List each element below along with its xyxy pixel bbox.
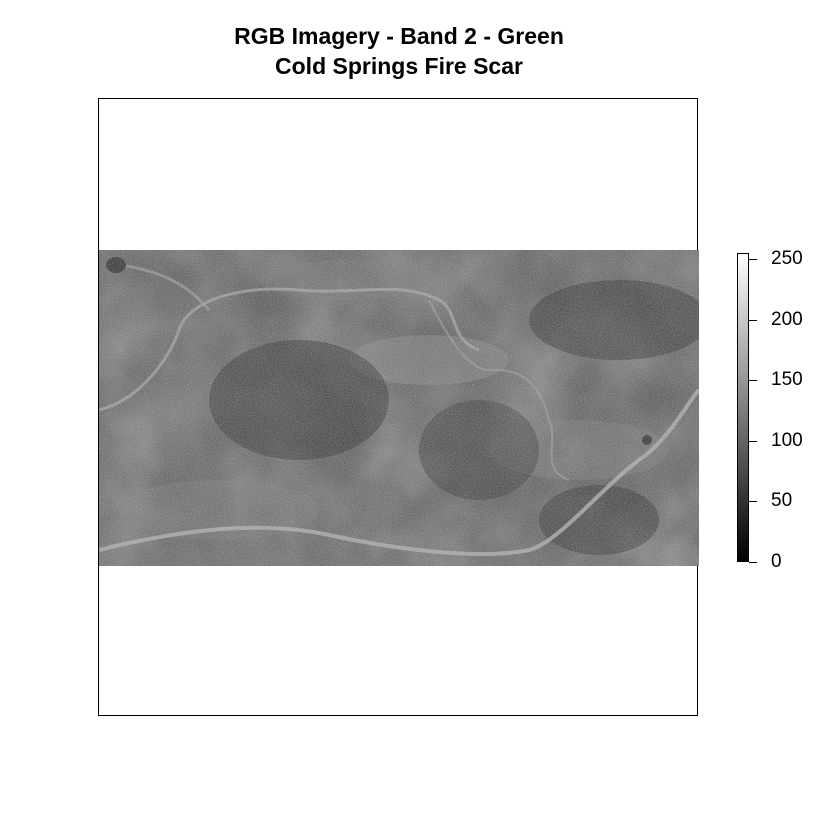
plot-subtitle: Cold Springs Fire Scar — [275, 53, 523, 79]
legend-tick-label: 150 — [771, 369, 803, 390]
legend-tick — [749, 320, 757, 321]
legend-tick-label: 50 — [771, 490, 793, 511]
legend-tick — [749, 562, 757, 563]
legend-tick-label: 0 — [771, 551, 782, 572]
legend-tick — [749, 501, 757, 502]
legend-tick-label: 250 — [771, 248, 803, 269]
legend-tick-label: 200 — [771, 309, 803, 330]
legend-tick — [749, 259, 757, 260]
plot-title: RGB Imagery - Band 2 - Green — [234, 23, 564, 49]
legend-tick — [749, 380, 757, 381]
color-scale-bar — [737, 253, 749, 562]
legend-tick — [749, 441, 757, 442]
satellite-raster-image — [99, 250, 699, 566]
legend-tick-label: 100 — [771, 430, 803, 451]
